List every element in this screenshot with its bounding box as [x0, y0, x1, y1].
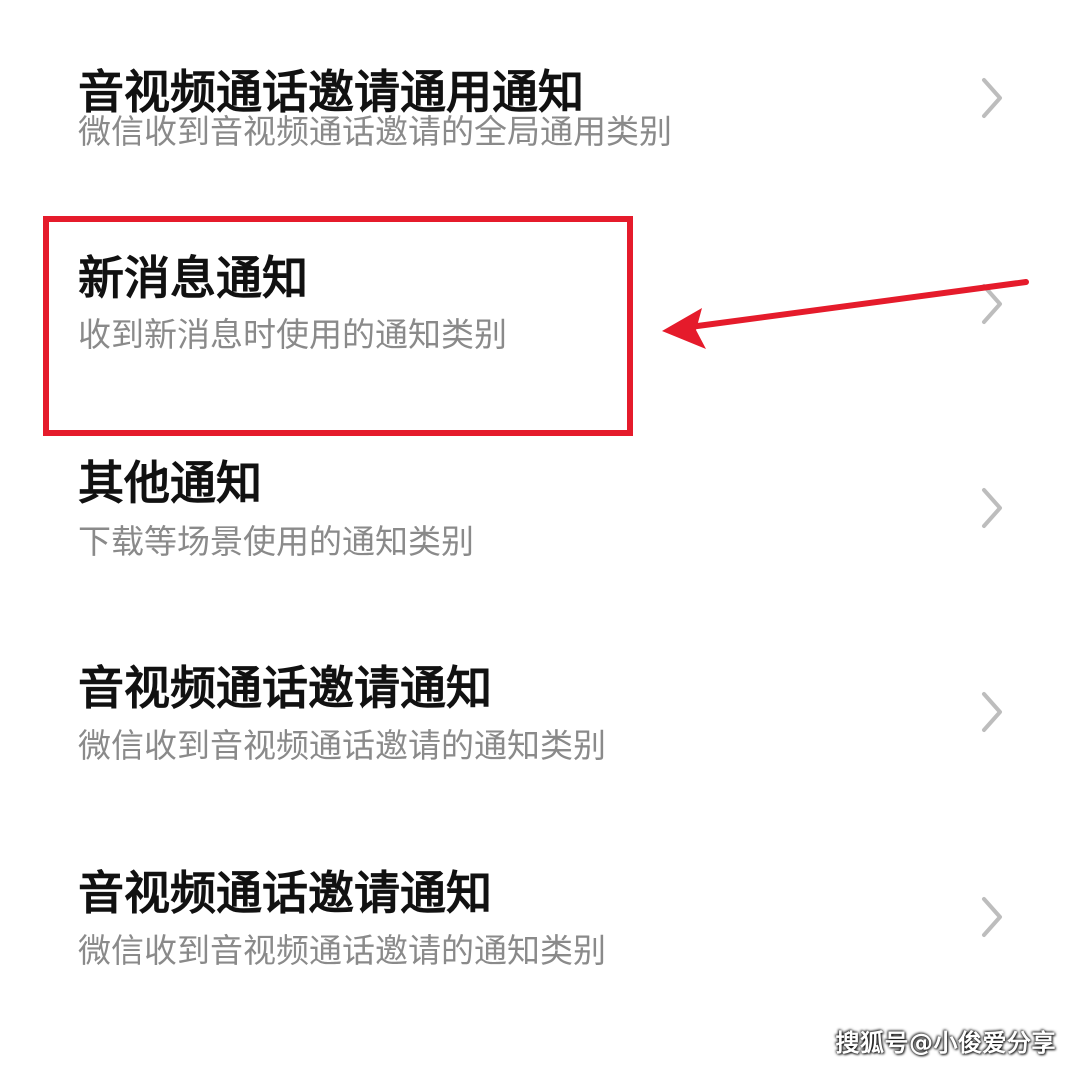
- list-item-voip-invite-general[interactable]: 音视频通话邀请通用通知 微信收到音视频通话邀请的全局通用类别: [0, 20, 1080, 210]
- item-subtitle: 微信收到音视频通话邀请的通知类别: [78, 726, 606, 765]
- list-item-voip-invite-2[interactable]: 音视频通话邀请通知 微信收到音视频通话邀请的通知类别: [0, 840, 1080, 1030]
- chevron-right-icon: [972, 688, 1012, 736]
- item-subtitle: 微信收到音视频通话邀请的全局通用类别: [78, 112, 672, 151]
- item-subtitle: 收到新消息时使用的通知类别: [78, 315, 507, 354]
- list-item-voip-invite[interactable]: 音视频通话邀请通知 微信收到音视频通话邀请的通知类别: [0, 635, 1080, 825]
- list-item-other[interactable]: 其他通知 下载等场景使用的通知类别: [0, 430, 1080, 620]
- item-subtitle: 微信收到音视频通话邀请的通知类别: [78, 931, 606, 970]
- watermark-text: 搜狐号@小俊爱分享: [835, 1029, 1056, 1057]
- chevron-right-icon: [972, 484, 1012, 532]
- list-item-new-message[interactable]: 新消息通知 收到新消息时使用的通知类别: [0, 225, 1080, 415]
- item-title: 音视频通话邀请通知: [78, 866, 492, 920]
- notification-category-list: 音视频通话邀请通用通知 微信收到音视频通话邀请的全局通用类别 新消息通知 收到新…: [0, 0, 1080, 1080]
- item-subtitle: 下载等场景使用的通知类别: [78, 522, 474, 561]
- chevron-right-icon: [972, 893, 1012, 941]
- chevron-right-icon: [972, 74, 1012, 122]
- item-title: 其他通知: [78, 456, 262, 510]
- chevron-right-icon: [972, 280, 1012, 328]
- item-title: 新消息通知: [78, 251, 308, 305]
- item-title: 音视频通话邀请通知: [78, 661, 492, 715]
